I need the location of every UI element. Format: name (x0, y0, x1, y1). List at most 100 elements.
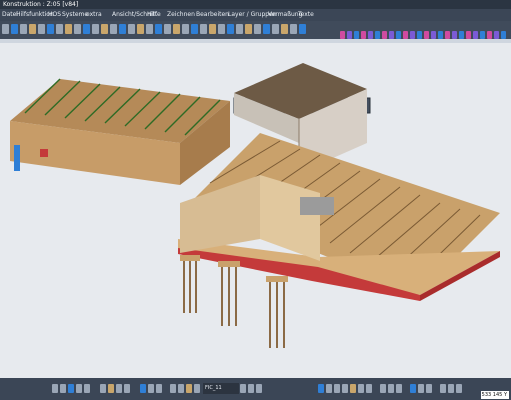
navigation-icon[interactable] (318, 384, 324, 393)
select-mode-icon[interactable] (194, 384, 200, 393)
move-icon[interactable] (2, 24, 9, 34)
color-tool-icon[interactable] (347, 31, 352, 39)
ortho-icon[interactable] (254, 24, 261, 34)
dimension-icon[interactable] (200, 24, 207, 34)
3d-viewport[interactable] (0, 43, 511, 378)
scale-icon[interactable] (38, 24, 45, 34)
zoom-in-icon[interactable] (380, 384, 386, 393)
view-mode-icon[interactable] (140, 384, 146, 393)
section-view-icon[interactable] (358, 384, 364, 393)
render-mode-icon[interactable] (148, 384, 154, 393)
pan-icon[interactable] (83, 24, 90, 34)
ortho-toggle-icon[interactable] (426, 384, 432, 393)
text-icon[interactable] (209, 24, 216, 34)
snap-icon[interactable] (245, 24, 252, 34)
symbol-icon[interactable] (227, 24, 234, 34)
color-tool-icon[interactable] (431, 31, 436, 39)
color-tool-icon[interactable] (501, 31, 506, 39)
redo-icon[interactable] (272, 24, 279, 34)
orbit-icon[interactable] (326, 384, 332, 393)
opening-icon[interactable] (191, 24, 198, 34)
menu-item-systeme[interactable]: Systeme (62, 11, 88, 18)
color-tool-icon[interactable] (340, 31, 345, 39)
lock-icon[interactable] (116, 384, 122, 393)
grid-icon[interactable] (236, 24, 243, 34)
layer-code-field[interactable]: FIC_11 (203, 383, 239, 394)
measure-icon[interactable] (65, 24, 72, 34)
color-tool-icon[interactable] (396, 31, 401, 39)
color-tool-icon[interactable] (452, 31, 457, 39)
zoom-out-icon[interactable] (388, 384, 394, 393)
snap-toggle-icon[interactable] (418, 384, 424, 393)
menu-item-zeichnen[interactable]: Zeichnen (167, 11, 195, 18)
section-icon[interactable] (110, 24, 117, 34)
select-icon[interactable] (290, 24, 297, 34)
color-tool-icon[interactable] (389, 31, 394, 39)
layer-state-icon[interactable] (108, 384, 114, 393)
roof-icon[interactable] (164, 24, 171, 34)
color-tool-icon[interactable] (494, 31, 499, 39)
snap-grid-icon[interactable] (68, 384, 74, 393)
search-icon[interactable] (248, 384, 254, 393)
undo-icon[interactable] (263, 24, 270, 34)
filter-icon[interactable] (299, 24, 306, 34)
snap-midpoint-icon[interactable] (60, 384, 66, 393)
wall-icon[interactable] (137, 24, 144, 34)
layer-icon[interactable] (47, 24, 54, 34)
input-mode-icon[interactable] (178, 384, 184, 393)
plan-mode-icon[interactable] (156, 384, 162, 393)
color-tool-icon[interactable] (445, 31, 450, 39)
color-tool-icon[interactable] (487, 31, 492, 39)
delete-icon[interactable] (281, 24, 288, 34)
menu-item-texte[interactable]: Texte (298, 11, 314, 18)
filter-icon[interactable] (240, 384, 246, 393)
print-icon[interactable] (128, 24, 135, 34)
info-icon[interactable] (440, 384, 446, 393)
scale-mode-icon[interactable] (170, 384, 176, 393)
color-tool-icon[interactable] (410, 31, 415, 39)
color-tool-icon[interactable] (459, 31, 464, 39)
stair-icon[interactable] (182, 24, 189, 34)
timber-building-model[interactable] (0, 43, 511, 378)
color-tool-icon[interactable] (473, 31, 478, 39)
view-icon[interactable] (119, 24, 126, 34)
color-tool-icon[interactable] (438, 31, 443, 39)
copy-icon[interactable] (20, 24, 27, 34)
visibility-icon[interactable] (100, 384, 106, 393)
color-tool-icon[interactable] (354, 31, 359, 39)
rotate-icon[interactable] (11, 24, 18, 34)
wireframe-icon[interactable] (92, 24, 99, 34)
help-icon[interactable] (456, 384, 462, 393)
shaded-icon[interactable] (101, 24, 108, 34)
menu-item-bearbeiten[interactable]: Bearbeiten (196, 11, 229, 18)
light-icon[interactable] (350, 384, 356, 393)
beam-icon[interactable] (146, 24, 153, 34)
wall-mode-icon[interactable] (124, 384, 130, 393)
menu-item-extra[interactable]: extra (86, 11, 102, 18)
color-tool-icon[interactable] (361, 31, 366, 39)
menu-item-hilfe[interactable]: Hilfe (147, 11, 161, 18)
focus-icon[interactable] (334, 384, 340, 393)
list-icon[interactable] (256, 384, 262, 393)
slab-icon[interactable] (173, 24, 180, 34)
color-tool-icon[interactable] (466, 31, 471, 39)
fit-icon[interactable] (396, 384, 402, 393)
settings-icon[interactable] (448, 384, 454, 393)
column-icon[interactable] (155, 24, 162, 34)
color-tool-icon[interactable] (368, 31, 373, 39)
color-tool-icon[interactable] (403, 31, 408, 39)
snap-polar-icon[interactable] (84, 384, 90, 393)
menu-item-hos[interactable]: HOS (48, 11, 61, 18)
color-tool-icon[interactable] (424, 31, 429, 39)
color-tool-icon[interactable] (417, 31, 422, 39)
material-icon[interactable] (366, 384, 372, 393)
marker-icon[interactable] (186, 384, 192, 393)
snap-ortho-icon[interactable] (76, 384, 82, 393)
zoom-icon[interactable] (74, 24, 81, 34)
color-tool-icon[interactable] (480, 31, 485, 39)
camera-icon[interactable] (342, 384, 348, 393)
hatch-icon[interactable] (218, 24, 225, 34)
snap-endpoint-icon[interactable] (52, 384, 58, 393)
mirror-icon[interactable] (29, 24, 36, 34)
color-tool-icon[interactable] (375, 31, 380, 39)
